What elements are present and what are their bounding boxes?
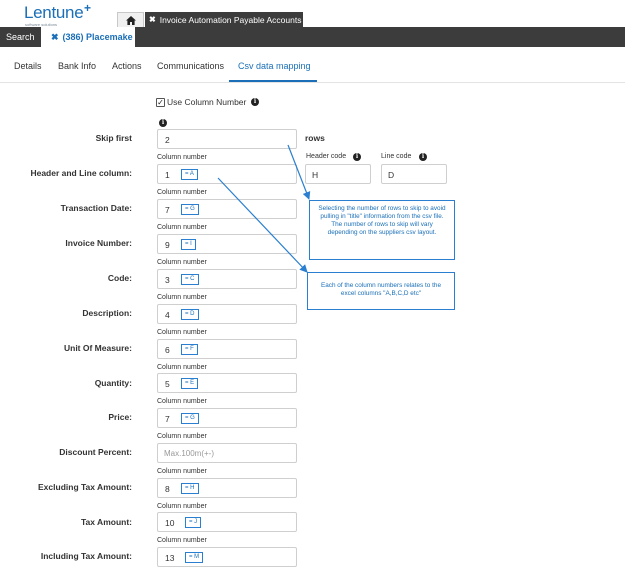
column-numbers-callout: Each of the column numbers relates to th… [307,272,455,310]
column-numbers-arrow [217,177,308,273]
skip-rows-callout: Selecting the number of rows to skip to … [309,200,455,260]
skip-rows-arrow [287,144,311,200]
